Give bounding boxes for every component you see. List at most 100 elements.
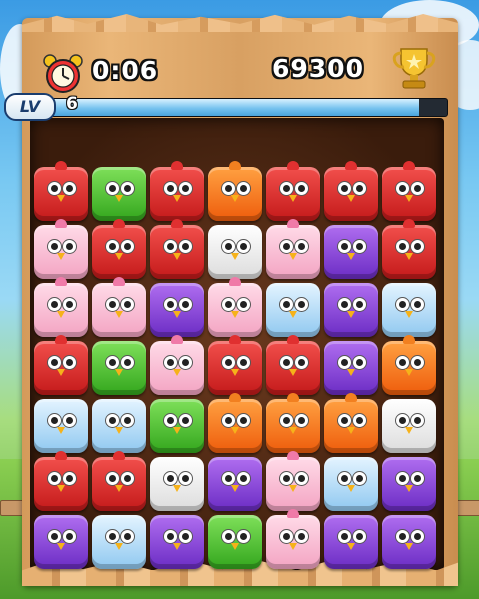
bird-eye — [221, 355, 236, 370]
bird-eye — [120, 529, 135, 544]
tile-orange-bird[interactable] — [382, 335, 436, 395]
tile-red-bird[interactable] — [34, 451, 88, 511]
tile-white-bird[interactable] — [208, 225, 262, 279]
bird-beak — [405, 311, 413, 318]
bird-crest — [287, 219, 299, 228]
bird-crest — [113, 451, 125, 460]
bird-crest — [113, 509, 125, 518]
tile-blue-bird[interactable] — [382, 283, 436, 337]
bird-beak — [173, 543, 181, 550]
tile-purple-bird[interactable] — [382, 457, 436, 511]
bird-beak — [289, 485, 297, 492]
tile-pink-bird[interactable] — [266, 451, 320, 511]
tile-red-bird[interactable] — [324, 161, 378, 221]
tile-pink-bird[interactable] — [266, 509, 320, 569]
bird-eye — [47, 355, 62, 370]
tile-blue-bird[interactable] — [92, 399, 146, 453]
bird-beak — [115, 543, 123, 550]
bird-eye — [395, 471, 410, 486]
bird-beak — [231, 311, 239, 318]
bird-crest — [403, 219, 415, 228]
tile-orange-bird[interactable] — [324, 393, 378, 453]
bird-eye — [221, 297, 236, 312]
bird-beak — [231, 427, 239, 434]
tile-red-bird[interactable] — [266, 335, 320, 395]
bird-eye — [120, 471, 135, 486]
tile-red-bird[interactable] — [266, 161, 320, 221]
tile-green-bird[interactable] — [92, 167, 146, 221]
bird-eye — [352, 529, 367, 544]
bird-eye — [395, 529, 410, 544]
bird-eye — [279, 297, 294, 312]
tile-white-bird[interactable] — [382, 399, 436, 453]
bird-eye — [120, 413, 135, 428]
tile-purple-bird[interactable] — [208, 457, 262, 511]
tile-red-bird[interactable] — [92, 451, 146, 511]
tile-pink-bird[interactable] — [34, 277, 88, 337]
tile-red-bird[interactable] — [382, 219, 436, 279]
bird-eye — [236, 181, 251, 196]
tile-purple-bird[interactable] — [150, 515, 204, 569]
bird-eye — [294, 471, 309, 486]
tile-purple-bird[interactable] — [324, 225, 378, 279]
tile-purple-bird[interactable] — [324, 283, 378, 337]
tile-blue-bird[interactable] — [266, 283, 320, 337]
tile-orange-bird[interactable] — [208, 393, 262, 453]
bird-eye — [395, 355, 410, 370]
bird-beak — [57, 311, 65, 318]
bird-beak — [115, 427, 123, 434]
tile-red-bird[interactable] — [150, 161, 204, 221]
bird-beak — [173, 195, 181, 202]
score-value: 69300 — [272, 54, 364, 83]
tile-pink-bird[interactable] — [208, 277, 262, 337]
tile-red-bird[interactable] — [382, 161, 436, 221]
tile-red-bird[interactable] — [150, 219, 204, 279]
tile-red-bird[interactable] — [92, 219, 146, 279]
bird-eye — [163, 471, 178, 486]
tile-blue-bird[interactable] — [92, 515, 146, 569]
tile-purple-bird[interactable] — [382, 515, 436, 569]
bird-crest — [403, 277, 415, 286]
bird-eye — [236, 529, 251, 544]
bird-eye — [178, 181, 193, 196]
bird-eye — [62, 181, 77, 196]
tile-pink-bird[interactable] — [92, 277, 146, 337]
tile-green-bird[interactable] — [150, 399, 204, 453]
bird-eye — [410, 413, 425, 428]
bird-eye — [221, 529, 236, 544]
bird-eye — [395, 413, 410, 428]
bird-beak — [115, 195, 123, 202]
bird-crest — [113, 393, 125, 402]
bird-beak — [289, 311, 297, 318]
bird-beak — [405, 543, 413, 550]
tile-pink-bird[interactable] — [266, 219, 320, 279]
tile-purple-bird[interactable] — [150, 283, 204, 337]
tile-green-bird[interactable] — [92, 341, 146, 395]
bird-eye — [294, 355, 309, 370]
tile-red-bird[interactable] — [208, 335, 262, 395]
tile-pink-bird[interactable] — [150, 335, 204, 395]
bird-crest — [113, 161, 125, 170]
bird-eye — [236, 355, 251, 370]
tile-white-bird[interactable] — [150, 457, 204, 511]
tile-red-bird[interactable] — [34, 335, 88, 395]
bird-eye — [410, 355, 425, 370]
tile-orange-bird[interactable] — [266, 393, 320, 453]
tile-red-bird[interactable] — [34, 161, 88, 221]
tile-pink-bird[interactable] — [34, 219, 88, 279]
trophy-icon — [392, 48, 436, 89]
bird-beak — [405, 195, 413, 202]
tile-blue-bird[interactable] — [324, 457, 378, 511]
bird-eye — [337, 355, 352, 370]
tile-orange-bird[interactable] — [208, 161, 262, 221]
bird-beak — [57, 427, 65, 434]
tile-purple-bird[interactable] — [324, 341, 378, 395]
tile-purple-bird[interactable] — [34, 515, 88, 569]
bird-beak — [289, 427, 297, 434]
tile-purple-bird[interactable] — [324, 515, 378, 569]
bird-eye — [352, 413, 367, 428]
tile-green-bird[interactable] — [208, 515, 262, 569]
bird-eye — [47, 413, 62, 428]
bird-beak — [57, 543, 65, 550]
tile-blue-bird[interactable] — [34, 399, 88, 453]
